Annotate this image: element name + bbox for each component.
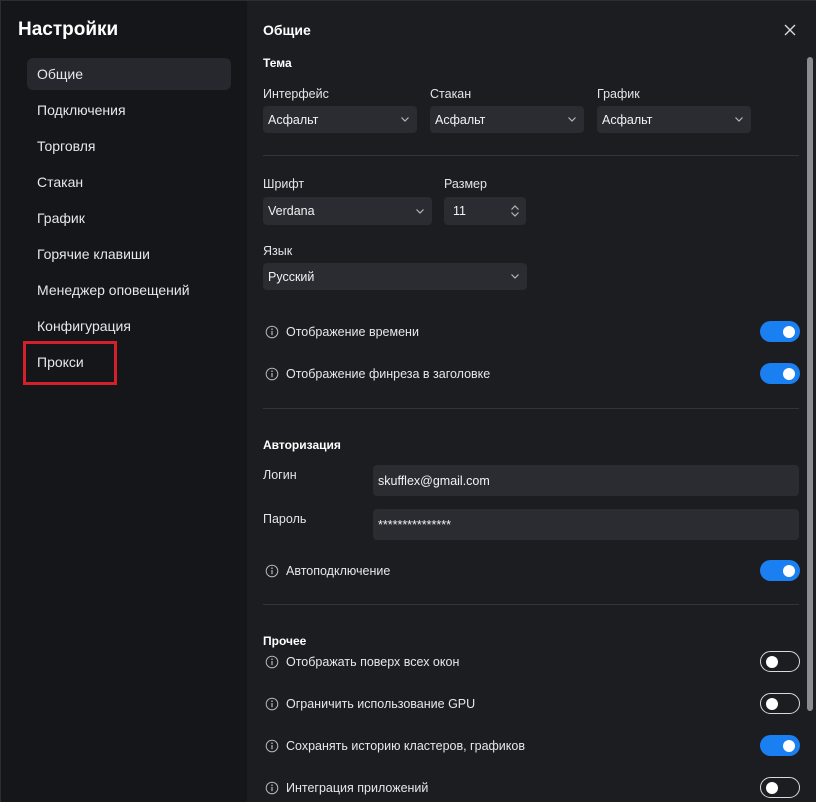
history-toggle[interactable] [760,735,800,756]
language-label: Язык [263,244,293,258]
info-icon[interactable] [265,564,279,578]
font-select-value: Verdana [268,204,315,218]
info-icon[interactable] [265,655,279,669]
finrez-display-toggle[interactable] [760,363,800,384]
interface-select[interactable]: Асфальт [263,106,417,133]
on-top-toggle[interactable] [760,651,800,672]
info-icon[interactable] [265,367,279,381]
integration-label: Интеграция приложений [286,781,429,795]
autoconnect-toggle[interactable] [760,560,800,581]
close-button[interactable] [781,21,799,39]
on-top-row: Отображать поверх всех окон [265,651,800,673]
sidebar-item-chart[interactable]: График [27,202,231,234]
orderbook-theme-select-value: Асфальт [435,112,486,127]
sidebar-item-alert-manager[interactable]: Менеджер оповещений [27,274,231,306]
settings-window: Настройки Общие Подключения Торговля Ста… [0,0,816,802]
toggle-knob [766,697,778,710]
sidebar-item-hotkeys[interactable]: Горячие клавиши [27,238,231,270]
chevron-down-icon [416,209,424,214]
chevron-down-icon [401,117,409,122]
on-top-label: Отображать поверх всех окон [286,655,460,669]
sidebar-item-configuration[interactable]: Конфигурация [27,310,231,342]
sidebar-nav: Общие Подключения Торговля Стакан График… [27,58,231,382]
chart-theme-select-value: Асфальт [602,112,653,127]
sidebar-title: Настройки [18,19,119,40]
toggle-knob [783,739,795,752]
chart-theme-label: График [597,87,640,101]
sidebar-item-connections[interactable]: Подключения [27,94,231,126]
page-title: Общие [263,22,311,38]
divider [263,155,799,156]
history-label: Сохранять историю кластеров, графиков [286,739,525,753]
chevron-down-icon [511,274,519,279]
info-icon[interactable] [265,697,279,711]
info-icon[interactable] [265,739,279,753]
info-icon[interactable] [265,325,279,339]
orderbook-theme-select[interactable]: Асфальт [430,106,584,133]
finrez-display-row: Отображение финреза в заголовке [265,363,800,385]
size-label: Размер [444,177,487,191]
login-label: Логин [263,468,297,482]
other-section-title: Прочее [263,634,307,648]
toggle-knob [783,367,795,380]
theme-section-title: Тема [263,56,292,70]
time-display-row: Отображение времени [265,321,800,343]
gpu-limit-label: Ограничить использование GPU [286,697,476,711]
password-input[interactable] [373,509,799,540]
password-label: Пароль [263,512,307,526]
font-select[interactable]: Verdana [263,197,432,225]
integration-toggle[interactable] [760,777,800,798]
login-input[interactable] [373,465,799,496]
chart-theme-select[interactable]: Асфальт [597,106,751,133]
language-select-value: Русский [268,269,315,284]
main-panel: Общие Тема Интерфейс Асфальт Стакан Асфа… [247,1,816,802]
finrez-display-label: Отображение финреза в заголовке [286,367,491,381]
history-row: Сохранять историю кластеров, графиков [265,735,800,757]
divider [263,408,799,409]
close-icon [784,24,796,36]
autoconnect-row: Автоподключение [265,560,800,582]
time-display-label: Отображение времени [286,325,419,339]
gpu-limit-toggle[interactable] [760,693,800,714]
size-stepper[interactable]: 11 [444,197,526,225]
auth-section-title: Авторизация [263,438,341,452]
chevron-down-icon [568,117,576,122]
language-select[interactable]: Русский [263,263,527,290]
sidebar-item-general[interactable]: Общие [27,58,231,90]
orderbook-theme-label: Стакан [430,87,472,101]
toggle-knob [783,325,795,338]
stepper-arrows-icon[interactable] [510,204,520,218]
time-display-toggle[interactable] [760,321,800,342]
proxy-highlight-box [23,341,117,385]
interface-label: Интерфейс [263,87,329,101]
sidebar-item-orderbook[interactable]: Стакан [27,166,231,198]
autoconnect-label: Автоподключение [286,564,391,578]
font-label: Шрифт [263,177,305,191]
divider [263,604,799,605]
scrollbar[interactable] [807,57,813,711]
sidebar: Настройки Общие Подключения Торговля Ста… [1,1,247,802]
integration-row: Интеграция приложений [265,777,800,799]
gpu-limit-row: Ограничить использование GPU [265,693,800,715]
interface-select-value: Асфальт [268,112,319,127]
toggle-knob [766,655,778,668]
chevron-down-icon [735,117,743,122]
toggle-knob [783,564,795,577]
size-stepper-value: 11 [453,204,466,218]
sidebar-item-trading[interactable]: Торговля [27,130,231,162]
toggle-knob [766,781,778,794]
info-icon[interactable] [265,781,279,795]
